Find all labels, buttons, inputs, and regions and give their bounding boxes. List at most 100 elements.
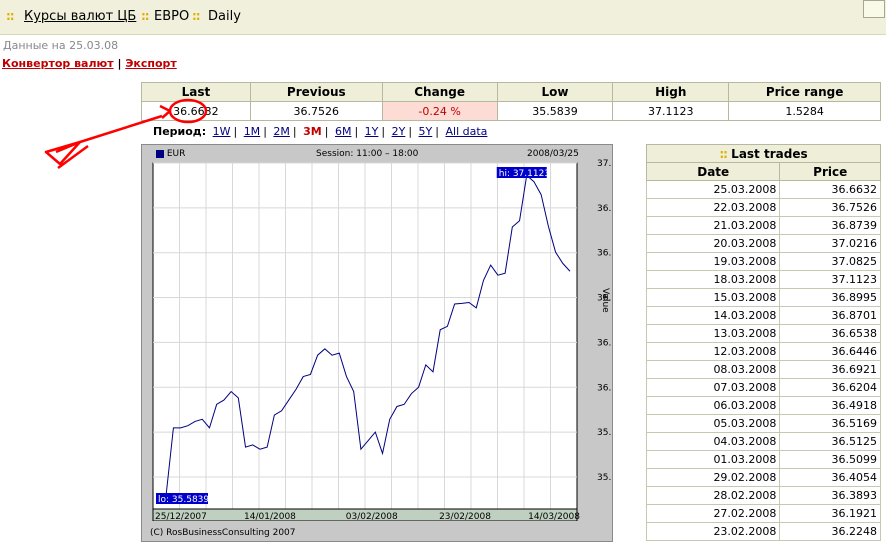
lo-label: lo: 35.5839	[158, 495, 209, 505]
trade-date: 19.03.2008	[645, 252, 781, 271]
period-label: Период:	[153, 125, 207, 138]
y-tick-label: 36.75	[597, 249, 612, 259]
converter-link[interactable]: Конвертор валют	[2, 57, 114, 70]
period-1w[interactable]: 1W	[213, 125, 231, 138]
table-row: 12.03.2008 36.6446	[645, 342, 881, 361]
trades-dots-icon: ::	[719, 146, 728, 161]
trade-price: 36.3893	[779, 486, 881, 505]
corner-button[interactable]	[863, 0, 885, 18]
trade-price: 36.5169	[779, 414, 881, 433]
trade-date: 01.03.2008	[645, 450, 781, 469]
period-all[interactable]: All data	[445, 125, 487, 138]
trade-date: 21.03.2008	[645, 216, 781, 235]
trade-price: 36.4054	[779, 468, 881, 487]
trade-price: 37.0825	[779, 252, 881, 271]
y-tick-label: 36.12	[597, 383, 612, 393]
trade-price: 36.1921	[779, 504, 881, 523]
last-trades-title: Last trades	[731, 146, 808, 161]
trade-date: 25.03.2008	[645, 180, 781, 199]
x-tick-label: 23/02/2008	[439, 512, 491, 521]
trade-date: 28.02.2008	[645, 486, 781, 505]
header-last: Last	[141, 82, 251, 102]
trade-price: 36.8995	[779, 288, 881, 307]
table-row: 07.03.2008 36.6204	[645, 378, 881, 397]
table-row: 22.03.2008 36.7526	[645, 198, 881, 217]
header-low: Low	[496, 82, 614, 102]
header-dots-icon: ::	[6, 9, 15, 23]
trade-price: 36.8739	[779, 216, 881, 235]
nav-links: Конвертор валют | Экспорт	[2, 57, 177, 70]
export-link[interactable]: Экспорт	[125, 57, 176, 70]
table-row: 20.03.2008 37.0216	[645, 234, 881, 253]
trade-date: 05.03.2008	[645, 414, 781, 433]
trade-date: 29.02.2008	[645, 468, 781, 487]
table-row: 08.03.2008 36.6921	[645, 360, 881, 379]
table-row: 28.02.2008 36.3893	[645, 486, 881, 505]
trade-date: 18.03.2008	[645, 270, 781, 289]
trade-date: 22.03.2008	[645, 198, 781, 217]
x-tick-label: 14/03/2008	[528, 512, 580, 521]
period-2y[interactable]: 2Y	[392, 125, 406, 138]
period-type: Daily	[208, 9, 241, 24]
trade-price: 36.5125	[779, 432, 881, 451]
trade-price: 36.6204	[779, 378, 881, 397]
y-tick-label: 37.17	[597, 159, 612, 169]
table-row: 05.03.2008 36.5169	[645, 414, 881, 433]
trade-price: 36.5099	[779, 450, 881, 469]
trade-price: 36.2248	[779, 522, 881, 541]
previous-value: 36.7526	[249, 101, 383, 121]
y-axis-label: Value	[600, 288, 610, 313]
last-trades-header: :: Last trades	[646, 144, 881, 163]
price-chart: 37.1736.9636.7536.5436.3336.1235.9135.72…	[152, 159, 612, 521]
table-row: 27.02.2008 36.1921	[645, 504, 881, 523]
summary-table: Last Previous Change Low High Price rang…	[141, 82, 881, 121]
table-row: 13.03.2008 36.6538	[645, 324, 881, 343]
table-row: 18.03.2008 37.1123	[645, 270, 881, 289]
period-3m[interactable]: 3M	[303, 125, 322, 138]
table-row: 19.03.2008 37.0825	[645, 252, 881, 271]
trade-price: 37.1123	[779, 270, 881, 289]
change-value: -0.24 %	[381, 101, 498, 121]
table-row: 15.03.2008 36.8995	[645, 288, 881, 307]
x-tick-label: 25/12/2007	[155, 512, 207, 521]
header-dots-icon-3: ::	[192, 9, 201, 23]
trade-date: 07.03.2008	[645, 378, 781, 397]
table-row: 06.03.2008 36.4918	[645, 396, 881, 415]
trade-price: 36.6446	[779, 342, 881, 361]
period-6m[interactable]: 6M	[335, 125, 352, 138]
last-value: 36.6632	[141, 101, 251, 121]
header-previous: Previous	[249, 82, 383, 102]
price-range-value: 1.5284	[728, 101, 881, 121]
trade-date: 15.03.2008	[645, 288, 781, 307]
currency-name: ЕВРО	[154, 9, 190, 24]
nav-separator: |	[117, 57, 122, 70]
trade-price: 36.4918	[779, 396, 881, 415]
y-tick-label: 35.7	[597, 473, 612, 483]
trades-date-header: Date	[645, 162, 781, 181]
trade-price: 37.0216	[779, 234, 881, 253]
table-row: 01.03.2008 36.5099	[645, 450, 881, 469]
trade-price: 36.6921	[779, 360, 881, 379]
period-2m[interactable]: 2M	[273, 125, 290, 138]
y-tick-label: 35.91	[597, 428, 612, 438]
copyright: (C) RosBusinessConsulting 2007	[150, 528, 296, 538]
hi-label: hi: 37.1123	[499, 169, 550, 179]
trade-date: 14.03.2008	[645, 306, 781, 325]
table-row: 25.03.2008 36.6632	[645, 180, 881, 199]
trade-date: 27.02.2008	[645, 504, 781, 523]
trades-price-header: Price	[779, 162, 881, 181]
period-5y[interactable]: 5Y	[419, 125, 433, 138]
period-1y[interactable]: 1Y	[365, 125, 379, 138]
table-row: 29.02.2008 36.4054	[645, 468, 881, 487]
trade-date: 12.03.2008	[645, 342, 781, 361]
rates-title-link[interactable]: Курсы валют ЦБ	[24, 9, 136, 24]
y-tick-label: 36.96	[597, 204, 612, 214]
period-selector: Период: 1W | 1M | 2M | 3M | 6M | 1Y | 2Y | 5Y | …	[153, 125, 488, 138]
period-1m[interactable]: 1M	[244, 125, 261, 138]
last-trades-table: :: Last trades Date Price 25.03.2008 36.6…	[645, 144, 881, 541]
high-value: 37.1123	[612, 101, 730, 121]
header-change: Change	[381, 82, 498, 102]
header-price-range: Price range	[728, 82, 881, 102]
x-tick-label: 14/01/2008	[244, 512, 296, 521]
trade-date: 23.02.2008	[645, 522, 781, 541]
